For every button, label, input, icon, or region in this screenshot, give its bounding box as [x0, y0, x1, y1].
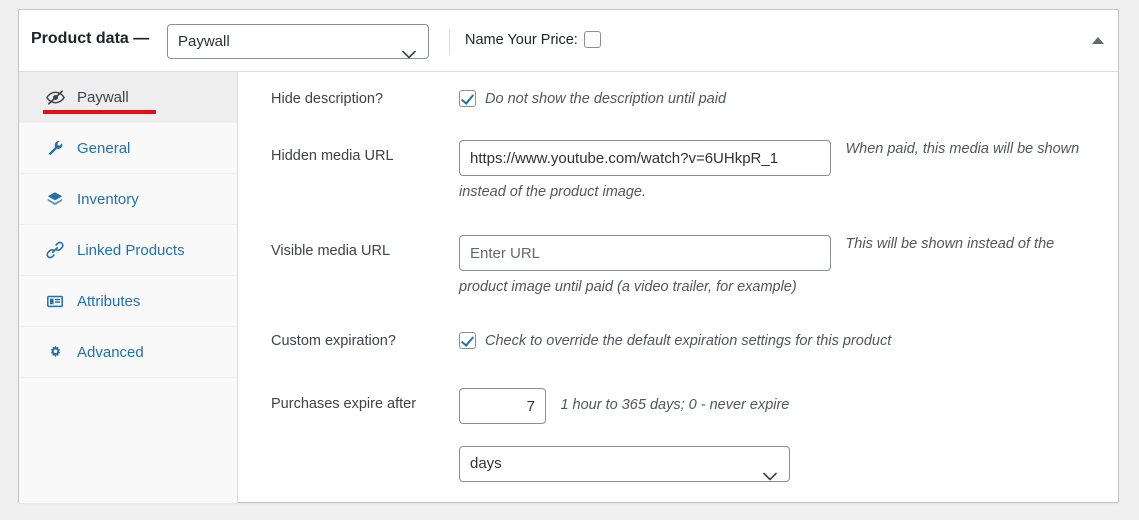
sidebar-item-attributes[interactable]: Attributes [19, 276, 237, 327]
sidebar-item-label: General [77, 140, 130, 157]
sidebar-item-label: Linked Products [77, 242, 185, 259]
custom-expiration-hint: Check to override the default expiration… [485, 332, 891, 350]
hide-description-hint: Do not show the description until paid [485, 90, 726, 108]
name-your-price-label: Name Your Price: [465, 32, 578, 48]
header-divider [449, 29, 450, 55]
hidden-media-url-input[interactable] [459, 140, 831, 176]
product-data-panel: Product data — Paywall Name Your Price: [18, 9, 1119, 503]
sidebar-item-label: Inventory [77, 191, 139, 208]
chevron-down-icon [402, 38, 416, 71]
expiration-unit-value: days [470, 455, 502, 472]
chain-link-icon [45, 240, 65, 260]
eye-slash-icon [45, 87, 65, 107]
hide-description-label: Hide description? [271, 91, 456, 107]
list-view-icon [45, 291, 65, 311]
custom-expiration-label: Custom expiration? [271, 333, 456, 349]
field-row-purchases-expire-after: Purchases expire after 1 hour to 365 day… [239, 388, 1118, 446]
sidebar-item-label: Advanced [77, 344, 144, 361]
gear-icon [45, 342, 65, 362]
product-data-header: Product data — Paywall Name Your Price: [19, 10, 1118, 72]
field-row-custom-expiration: Custom expiration? Check to override the… [239, 332, 1118, 388]
sidebar-item-general[interactable]: General [19, 123, 237, 174]
sidebar-item-advanced[interactable]: Advanced [19, 327, 237, 378]
sidebar-item-inventory[interactable]: Inventory [19, 174, 237, 225]
field-row-hide-description: Hide description? Do not show the descri… [239, 90, 1118, 140]
custom-expiration-checkbox[interactable] [459, 332, 476, 349]
sidebar-item-label: Paywall [77, 89, 129, 106]
paywall-settings-form: Hide description? Do not show the descri… [239, 72, 1118, 503]
visible-media-url-hint-line1: This will be shown instead of the [845, 236, 1054, 252]
sidebar-item-linked-products[interactable]: Linked Products [19, 225, 237, 276]
hide-description-checkbox[interactable] [459, 90, 476, 107]
name-your-price-checkbox[interactable] [584, 31, 601, 48]
field-row-visible-media-url: Visible media URL This will be shown ins… [239, 235, 1118, 332]
sidebar-item-label: Attributes [77, 293, 140, 310]
purchases-expire-after-hint: 1 hour to 365 days; 0 - never expire [560, 397, 789, 413]
visible-media-url-label: Visible media URL [271, 243, 456, 259]
product-type-value: Paywall [178, 33, 230, 50]
product-type-select[interactable]: Paywall [167, 24, 429, 59]
expiration-unit-select[interactable]: days [459, 446, 790, 482]
archive-box-icon [45, 189, 65, 209]
hidden-media-url-label: Hidden media URL [271, 148, 456, 164]
visible-media-url-hint-line2: product image until paid (a video traile… [459, 279, 1102, 295]
wrench-icon [45, 138, 65, 158]
name-your-price-field: Name Your Price: [465, 31, 601, 48]
hidden-media-url-hint-line1: When paid, this media will be shown [845, 141, 1079, 157]
sidebar-item-paywall[interactable]: Paywall [19, 72, 237, 123]
product-data-tabs: Paywall General Inventory [19, 72, 238, 503]
hidden-media-url-hint-line2: instead of the product image. [459, 184, 1102, 200]
purchases-expire-after-input[interactable] [459, 388, 546, 424]
purchases-expire-after-label: Purchases expire after [271, 396, 456, 412]
collapse-panel-toggle[interactable] [1088, 32, 1108, 50]
field-row-expiration-unit: days [239, 446, 1118, 496]
page-title: Product data — [31, 30, 149, 48]
field-row-hidden-media-url: Hidden media URL When paid, this media w… [239, 140, 1118, 235]
visible-media-url-input[interactable] [459, 235, 831, 271]
product-data-body: Paywall General Inventory [19, 72, 1118, 503]
chevron-down-icon [763, 460, 777, 494]
